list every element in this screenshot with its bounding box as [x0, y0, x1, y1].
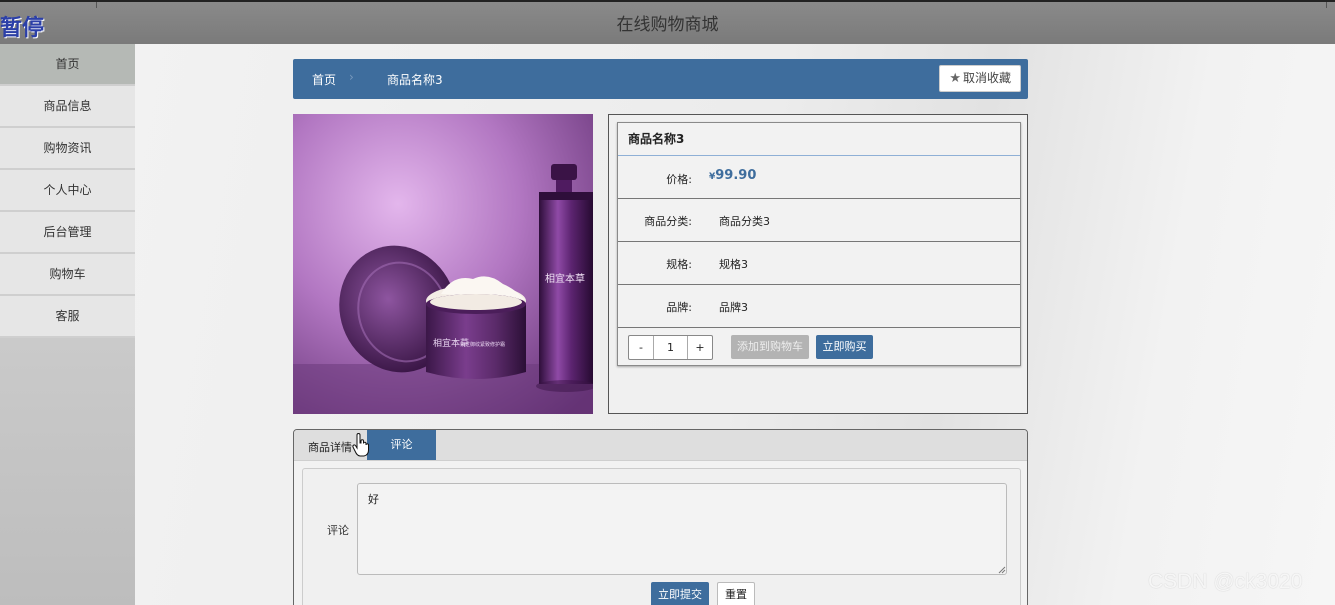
spec-label: 规格: [666, 258, 692, 271]
price-amount: 99.90 [715, 168, 757, 183]
sidebar-item-admin[interactable]: 后台管理 [0, 212, 135, 254]
category-value: 商品分类3 [719, 215, 770, 228]
breadcrumb-current: 商品名称3 [387, 73, 443, 87]
svg-text:相宜本草: 相宜本草 [545, 272, 585, 285]
watermark: CSDN @ck3020 [1148, 570, 1303, 593]
buy-now-button[interactable]: 立即购买 [816, 335, 873, 359]
tab-product-detail[interactable]: 商品详情 [308, 439, 352, 455]
product-info-table: 商品名称3 价格: ¥99.90 商品分类: 商品分类3 规格: 规格3 品牌:… [617, 122, 1021, 366]
comment-form: 评论 好 立即提交 重置 [302, 468, 1021, 605]
site-title: 在线购物商城 [616, 15, 719, 35]
breadcrumb: 首页 › 商品名称3 ★ 取消收藏 [293, 59, 1028, 99]
brand-value: 品牌3 [719, 301, 748, 314]
quantity-stepper: - 1 + [628, 335, 713, 360]
category-label: 商品分类: [644, 215, 692, 228]
product-info-panel: 商品名称3 价格: ¥99.90 商品分类: 商品分类3 规格: 规格3 品牌:… [608, 114, 1028, 414]
category-row: 商品分类: 商品分类3 [618, 199, 1020, 242]
price-label: 价格: [666, 173, 692, 186]
tab-strip: 商品详情 评论 [294, 430, 1027, 461]
sidebar-item-profile[interactable]: 个人中心 [0, 170, 135, 212]
product-image: 相宜本草 紫芝御纹紧致修护霜 相宜本草 [293, 114, 593, 414]
increase-quantity-button[interactable]: + [688, 336, 712, 359]
resize-handle-icon [998, 566, 1006, 574]
purchase-actions: - 1 + 添加到购物车 立即购买 [618, 328, 1020, 365]
quantity-input[interactable]: 1 [654, 336, 688, 359]
top-bar: 暂停 在线购物商城 [0, 0, 1335, 44]
product-title: 商品名称3 [618, 123, 1020, 156]
sidebar-item-news[interactable]: 购物资讯 [0, 128, 135, 170]
divider [96, 2, 97, 8]
breadcrumb-separator: › [349, 70, 354, 84]
sidebar-item-products[interactable]: 商品信息 [0, 86, 135, 128]
reset-button[interactable]: 重置 [717, 582, 755, 605]
price-row: 价格: ¥99.90 [618, 156, 1020, 199]
star-icon: ★ [949, 71, 961, 86]
hand-cursor-icon [352, 433, 369, 457]
brand-row: 品牌: 品牌3 [618, 285, 1020, 328]
add-to-cart-button[interactable]: 添加到购物车 [731, 335, 809, 359]
comment-label: 评论 [327, 524, 349, 537]
decrease-quantity-button[interactable]: - [629, 336, 654, 359]
brand-label: 品牌: [666, 301, 692, 314]
svg-text:紫芝御纹紧致修护霜: 紫芝御纹紧致修护霜 [460, 341, 505, 348]
tab-comment[interactable]: 评论 [367, 430, 436, 460]
sidebar-nav: 首页 商品信息 购物资讯 个人中心 后台管理 购物车 客服 [0, 44, 135, 605]
unfavorite-button[interactable]: ★ 取消收藏 [939, 65, 1021, 92]
unfavorite-label: 取消收藏 [962, 71, 1011, 85]
sidebar-item-home[interactable]: 首页 [0, 44, 135, 86]
breadcrumb-home-link[interactable]: 首页 [312, 71, 336, 88]
comment-textarea[interactable]: 好 [357, 483, 1007, 575]
spec-value: 规格3 [719, 258, 748, 271]
spec-row: 规格: 规格3 [618, 242, 1020, 285]
product-tabs: 商品详情 评论 评论 好 立即提交 重置 [293, 429, 1028, 605]
submit-comment-button[interactable]: 立即提交 [651, 582, 709, 605]
sidebar-item-cart[interactable]: 购物车 [0, 254, 135, 296]
divider [1326, 2, 1327, 8]
price-value: ¥99.90 [709, 168, 756, 183]
sidebar-item-service[interactable]: 客服 [0, 296, 135, 338]
